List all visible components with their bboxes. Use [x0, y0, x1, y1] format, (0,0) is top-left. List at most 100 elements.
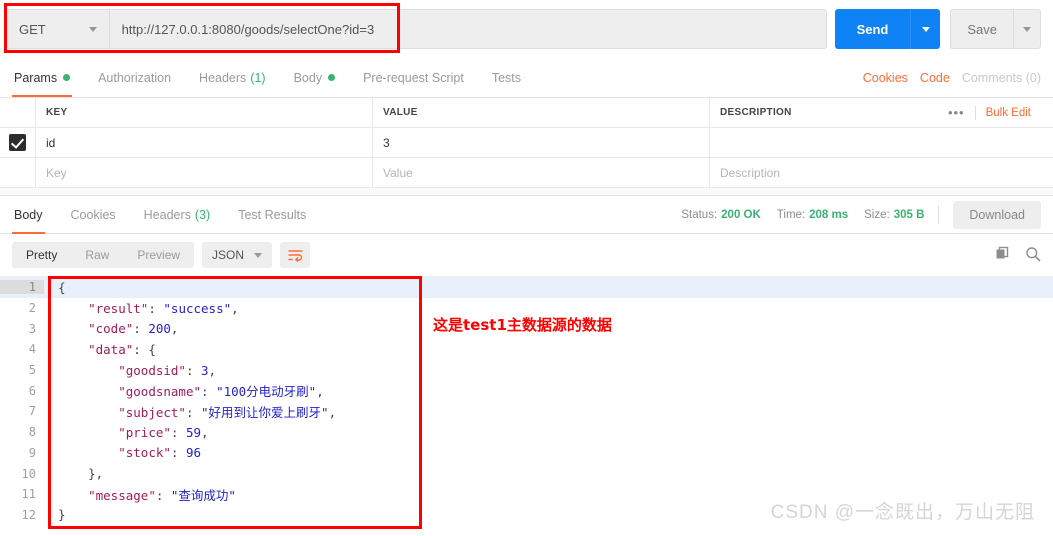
- language-label: JSON: [212, 248, 245, 262]
- url-text: http://127.0.0.1:8080/goods/selectOne?id…: [121, 21, 375, 37]
- code-link[interactable]: Code: [920, 71, 950, 85]
- url-input[interactable]: http://127.0.0.1:8080/goods/selectOne?id…: [108, 9, 827, 49]
- row-checkbox-cell-empty[interactable]: [0, 158, 36, 187]
- row-value-input[interactable]: 3: [373, 128, 710, 157]
- tab-label: Headers: [199, 70, 247, 85]
- line-content: "message": "查询成功": [44, 485, 236, 504]
- line-number: 3: [28, 321, 36, 336]
- response-meta: Status: 200 OK Time: 208 ms Size: 305 B …: [665, 200, 1053, 229]
- send-options-button[interactable]: [910, 9, 941, 49]
- response-tab-label: Cookies: [70, 207, 116, 222]
- response-tab-cookies[interactable]: Cookies: [57, 196, 130, 234]
- tab-params[interactable]: Params: [0, 58, 84, 97]
- token-p: ,: [201, 424, 209, 440]
- params-table: KEY VALUE DESCRIPTION ••• Bulk Edit id 3…: [0, 98, 1053, 188]
- bulk-edit-link[interactable]: Bulk Edit: [986, 107, 1031, 119]
- token-n: 200: [148, 321, 171, 337]
- token-p: [58, 342, 88, 357]
- search-button[interactable]: [1025, 246, 1041, 265]
- token-s: "好用到让你爱上刷牙": [201, 404, 329, 420]
- table-row[interactable]: id 3: [0, 128, 1053, 158]
- save-button-group: Save: [950, 9, 1041, 49]
- line-content: }: [44, 507, 66, 522]
- send-button[interactable]: Send: [834, 9, 911, 49]
- request-url-bar: GET http://127.0.0.1:8080/goods/selectOn…: [0, 0, 1053, 58]
- editor-line: 6 "goodsname": "100分电动牙刷",: [0, 380, 1053, 401]
- format-tab-pretty[interactable]: Pretty: [12, 242, 71, 268]
- params-table-header: KEY VALUE DESCRIPTION ••• Bulk Edit: [0, 98, 1053, 128]
- token-s: "100分电动牙刷": [216, 384, 317, 400]
- response-tab-label: Body: [14, 207, 43, 222]
- download-button[interactable]: Download: [953, 200, 1041, 229]
- token-s: "success": [163, 300, 232, 316]
- line-number: 2: [28, 301, 36, 316]
- tab-status-dot-icon: [63, 74, 71, 81]
- tab-count: (1): [250, 70, 266, 85]
- comments-link[interactable]: Comments (0): [962, 71, 1041, 85]
- line-number: 6: [28, 383, 36, 398]
- editor-line: 8 "price": 59,: [0, 422, 1053, 443]
- response-tabs-bar: Body Cookies Headers (3) Test Results Status…: [0, 196, 1053, 234]
- http-method-select[interactable]: GET: [6, 9, 109, 49]
- cookies-link[interactable]: Cookies: [863, 71, 908, 85]
- format-tab-preview[interactable]: Preview: [123, 242, 194, 268]
- token-p: :: [170, 445, 186, 461]
- language-select[interactable]: JSON: [202, 242, 273, 268]
- word-wrap-button[interactable]: [280, 242, 311, 268]
- search-icon: [1026, 246, 1041, 261]
- new-description-placeholder: Description: [720, 165, 781, 180]
- row-key-input[interactable]: id: [36, 128, 373, 157]
- divider: [974, 105, 976, 120]
- tab-authorization[interactable]: Authorization: [84, 58, 185, 97]
- token-p: [58, 363, 118, 378]
- new-description-input[interactable]: Description: [710, 158, 1053, 187]
- send-button-group: Send: [834, 9, 941, 49]
- line-content: "result": "success",: [44, 301, 239, 316]
- line-number: 1: [0, 280, 44, 295]
- new-key-input[interactable]: Key: [36, 158, 373, 187]
- tab-label: Pre-request Script: [363, 70, 464, 85]
- save-button[interactable]: Save: [950, 9, 1013, 49]
- chevron-down-icon: [254, 252, 263, 258]
- save-options-button[interactable]: [1013, 9, 1041, 49]
- line-content: {: [44, 280, 66, 295]
- tab-pre-request-script[interactable]: Pre-request Script: [349, 58, 478, 97]
- tab-headers[interactable]: Headers (1): [185, 58, 280, 97]
- size-value: 305 B: [893, 208, 925, 221]
- response-tab-label: Headers: [143, 207, 191, 222]
- copy-button[interactable]: [995, 246, 1011, 265]
- chevron-down-icon: [1023, 26, 1031, 32]
- header-checkbox-cell: [0, 98, 36, 127]
- row-checkbox-checked[interactable]: [9, 134, 26, 151]
- row-description-input[interactable]: [710, 128, 1053, 157]
- http-method-label: GET: [19, 21, 46, 37]
- response-tab-test-results[interactable]: Test Results: [224, 196, 320, 234]
- format-tab-raw[interactable]: Raw: [71, 242, 123, 268]
- table-row-empty[interactable]: Key Value Description: [0, 158, 1053, 188]
- header-description: DESCRIPTION ••• Bulk Edit: [710, 98, 1053, 127]
- response-format-toolbar: Pretty Raw Preview JSON: [0, 234, 1053, 276]
- tab-tests[interactable]: Tests: [478, 58, 535, 97]
- response-tab-body[interactable]: Body: [0, 196, 57, 234]
- token-n: 3: [201, 362, 209, 378]
- response-tab-headers[interactable]: Headers (3): [130, 196, 225, 234]
- token-p: [58, 425, 118, 440]
- token-k: "data": [88, 341, 134, 357]
- token-k: "message": [88, 487, 156, 503]
- line-content: "data": {: [44, 342, 156, 357]
- tab-label: Params: [14, 70, 58, 85]
- token-k: "result": [88, 300, 149, 316]
- token-p: :: [170, 424, 186, 440]
- line-content: "price": 59,: [44, 424, 209, 440]
- row-checkbox-cell[interactable]: [0, 128, 36, 157]
- tab-status-dot-icon: [328, 74, 336, 81]
- new-value-input[interactable]: Value: [373, 158, 710, 187]
- line-number: 9: [28, 445, 36, 460]
- tab-body[interactable]: Body: [280, 58, 350, 97]
- more-options-icon[interactable]: •••: [948, 105, 965, 120]
- editor-line: 9 "stock": 96: [0, 443, 1053, 464]
- line-content: "code": 200,: [44, 321, 178, 336]
- request-tabs-links: Cookies Code Comments (0): [851, 58, 1053, 97]
- token-p: [58, 321, 88, 336]
- line-content: "subject": "好用到让你爱上刷牙",: [44, 402, 336, 421]
